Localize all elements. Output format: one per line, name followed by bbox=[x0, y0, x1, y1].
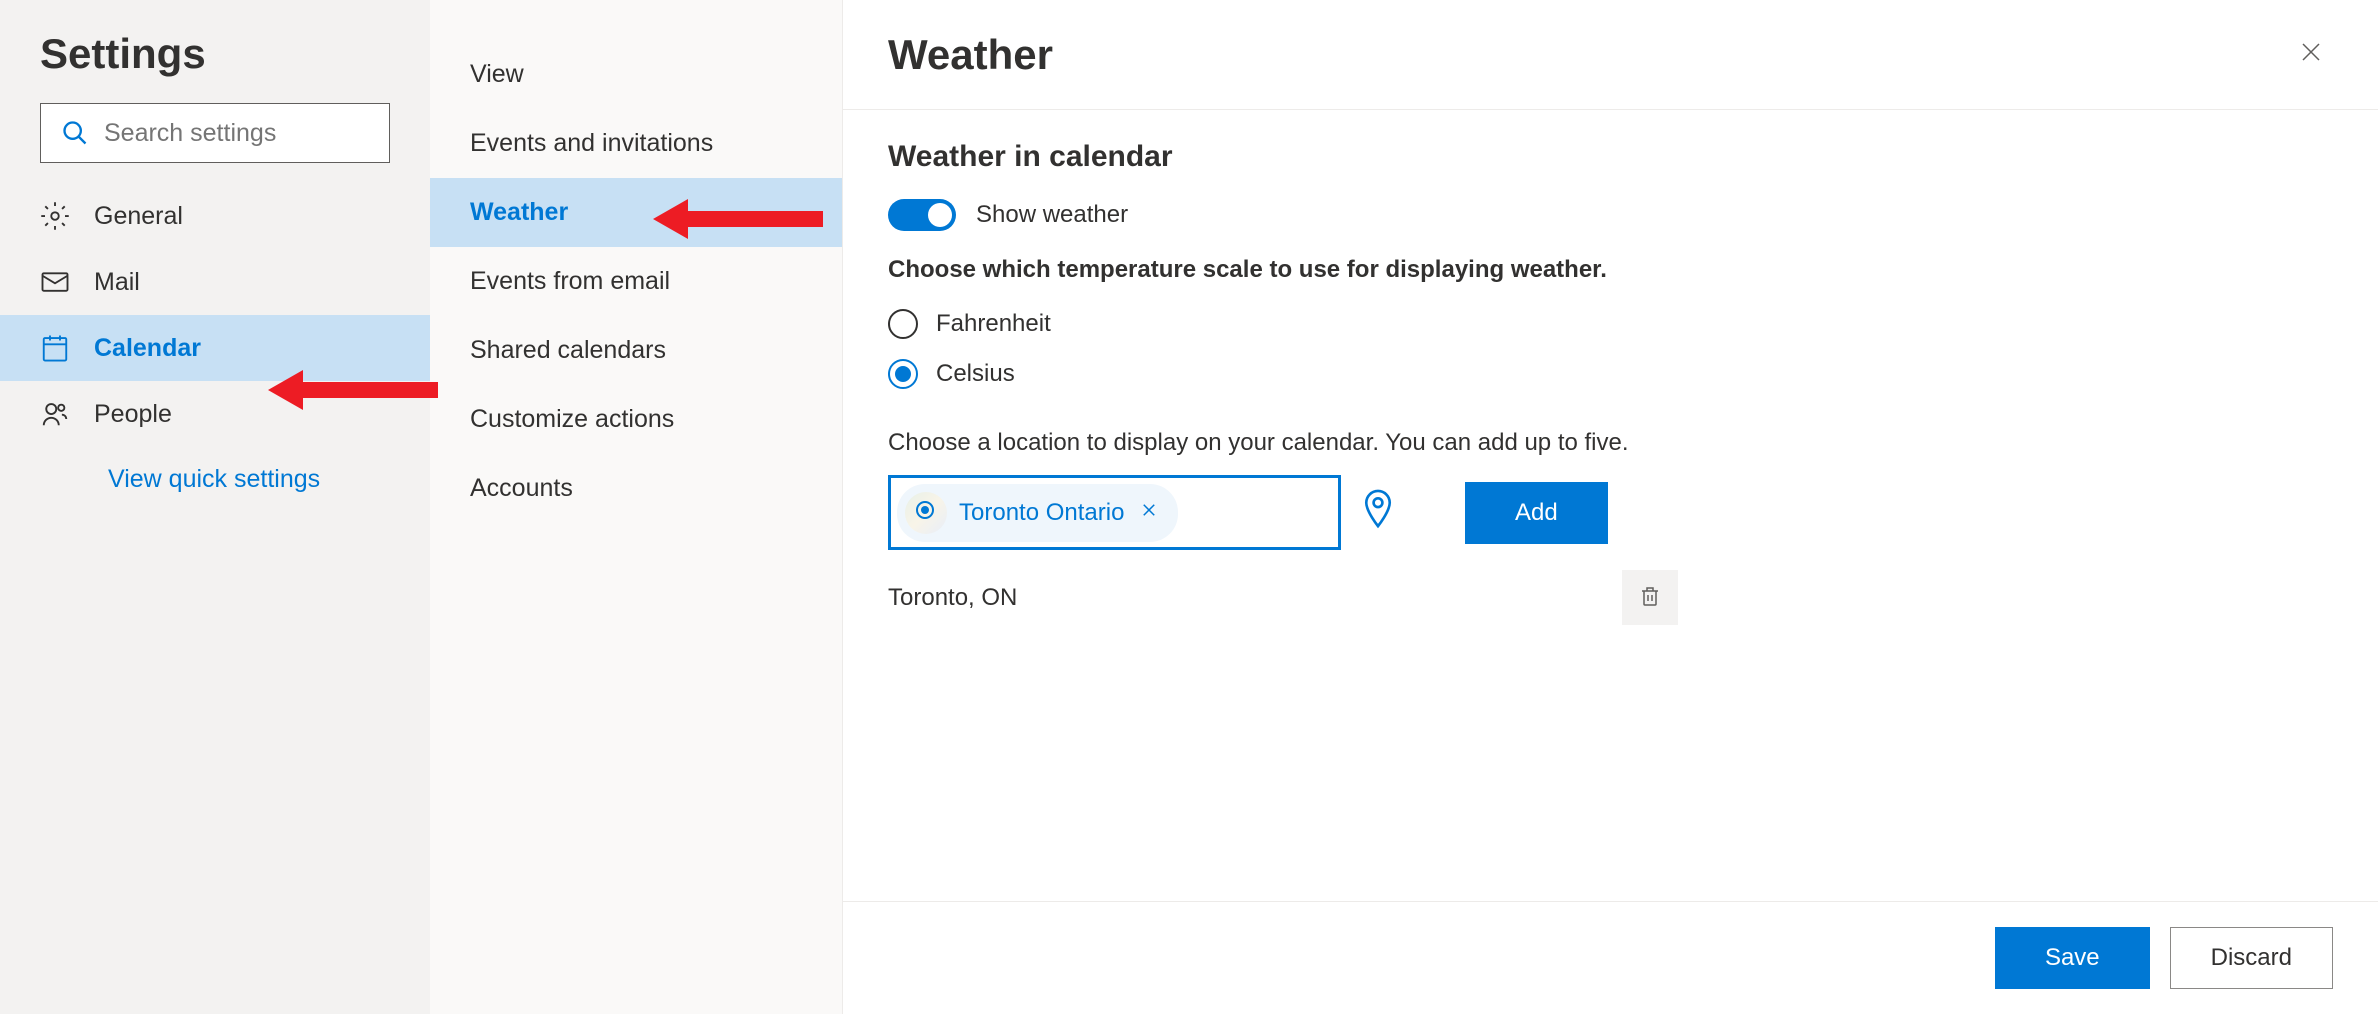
nav-label: Calendar bbox=[94, 334, 201, 363]
location-pin-icon bbox=[1359, 488, 1397, 532]
page-title: Weather bbox=[888, 31, 1053, 79]
temp-instruction: Choose which temperature scale to use fo… bbox=[888, 256, 2333, 284]
location-input-row: Toronto Ontario Add bbox=[888, 475, 2333, 550]
location-instruction: Choose a location to display on your cal… bbox=[888, 429, 2333, 457]
radio-input bbox=[888, 359, 918, 389]
submenu-view[interactable]: View bbox=[430, 40, 842, 109]
submenu-weather[interactable]: Weather bbox=[430, 178, 842, 247]
close-button[interactable] bbox=[2289, 30, 2333, 79]
calendar-submenu: View Events and invitations Weather Even… bbox=[430, 0, 843, 1014]
delete-location-button[interactable] bbox=[1622, 570, 1678, 625]
mail-icon bbox=[40, 267, 70, 297]
main-header: Weather bbox=[843, 0, 2378, 110]
toggle-knob bbox=[928, 203, 952, 227]
add-location-button[interactable]: Add bbox=[1465, 482, 1608, 544]
view-quick-settings-link[interactable]: View quick settings bbox=[0, 447, 430, 512]
submenu-events-invitations[interactable]: Events and invitations bbox=[430, 109, 842, 178]
show-weather-toggle[interactable] bbox=[888, 199, 956, 231]
nav-label: General bbox=[94, 202, 183, 231]
submenu-shared-calendars[interactable]: Shared calendars bbox=[430, 316, 842, 385]
radio-label: Fahrenheit bbox=[936, 310, 1051, 338]
chip-remove-button[interactable] bbox=[1136, 497, 1162, 528]
people-icon bbox=[40, 399, 70, 429]
main-footer: Save Discard bbox=[843, 901, 2378, 1014]
radio-input bbox=[888, 309, 918, 339]
location-name: Toronto, ON bbox=[888, 584, 1017, 612]
nav-label: Mail bbox=[94, 268, 140, 297]
search-icon bbox=[61, 119, 89, 147]
map-thumbnail-icon bbox=[905, 492, 947, 534]
close-icon bbox=[2299, 40, 2323, 64]
show-weather-toggle-row: Show weather bbox=[888, 199, 2333, 231]
nav-label: People bbox=[94, 400, 172, 429]
calendar-icon bbox=[40, 333, 70, 363]
search-settings-box[interactable] bbox=[40, 103, 390, 163]
submenu-customize-actions[interactable]: Customize actions bbox=[430, 385, 842, 454]
chip-text: Toronto Ontario bbox=[959, 499, 1124, 527]
search-input[interactable] bbox=[104, 119, 369, 148]
location-input[interactable]: Toronto Ontario bbox=[888, 475, 1341, 550]
nav-mail[interactable]: Mail bbox=[0, 249, 430, 315]
nav-general[interactable]: General bbox=[0, 183, 430, 249]
save-button[interactable]: Save bbox=[1995, 927, 2150, 989]
nav-people[interactable]: People bbox=[0, 381, 430, 447]
close-icon bbox=[1140, 501, 1158, 519]
trash-icon bbox=[1638, 584, 1662, 608]
submenu-accounts[interactable]: Accounts bbox=[430, 454, 842, 523]
submenu-events-from-email[interactable]: Events from email bbox=[430, 247, 842, 316]
settings-title: Settings bbox=[0, 30, 430, 103]
nav-calendar[interactable]: Calendar bbox=[0, 315, 430, 381]
settings-sidebar: Settings General Mail bbox=[0, 0, 430, 1014]
main-content: Weather Weather in calendar Show weather… bbox=[843, 0, 2378, 1014]
discard-button[interactable]: Discard bbox=[2170, 927, 2333, 989]
gear-icon bbox=[40, 201, 70, 231]
location-pin-button[interactable] bbox=[1359, 488, 1397, 537]
location-list-item: Toronto, ON bbox=[888, 570, 1678, 625]
section-title: Weather in calendar bbox=[888, 140, 2333, 174]
toggle-label: Show weather bbox=[976, 201, 1128, 229]
location-chip: Toronto Ontario bbox=[897, 484, 1178, 542]
main-body: Weather in calendar Show weather Choose … bbox=[843, 110, 2378, 901]
radio-label: Celsius bbox=[936, 360, 1015, 388]
radio-fahrenheit[interactable]: Fahrenheit bbox=[888, 309, 2333, 339]
radio-celsius[interactable]: Celsius bbox=[888, 359, 2333, 389]
